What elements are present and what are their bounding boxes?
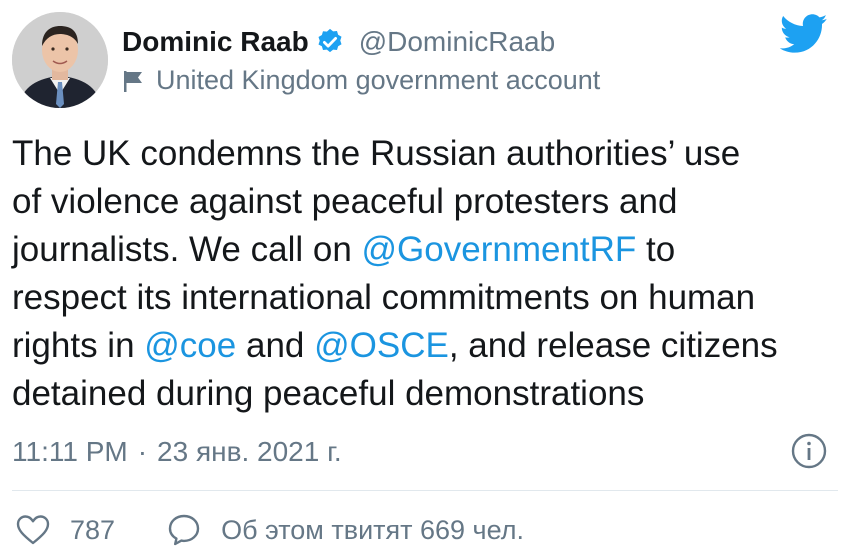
discussion-count-text: Об этом твитят 669 чел. — [221, 514, 524, 545]
tweet-actions: 787 Об этом твитят 669 чел. — [16, 510, 524, 550]
tweet-line: detained during peaceful demonstrations — [12, 370, 837, 418]
divider — [12, 490, 838, 491]
tweet-time: 11:11 PM — [12, 436, 128, 467]
tweet-line: The UK condemns the Russian authorities’… — [12, 130, 837, 178]
heart-icon — [16, 514, 50, 546]
government-account-label[interactable]: United Kingdom government account — [156, 65, 600, 96]
author-handle[interactable]: @DominicRaab — [359, 26, 556, 58]
info-icon[interactable] — [790, 432, 828, 470]
tweet-text-segment: respect its international commitments on… — [12, 278, 756, 317]
avatar[interactable] — [12, 12, 108, 108]
tweet-timestamp[interactable]: 11:11 PM · 23 янв. 2021 г. — [12, 432, 342, 472]
twitter-bird-icon[interactable] — [780, 14, 828, 54]
tweet-text-segment: of violence against peaceful protesters … — [12, 182, 678, 221]
mention-link-osce[interactable]: @OSCE — [314, 326, 449, 365]
mention-link-governmentrf[interactable]: @GovernmentRF — [362, 230, 637, 269]
tweet-text-segment: detained during peaceful demonstrations — [12, 374, 645, 413]
tweet-line: respect its international commitments on… — [12, 274, 837, 322]
verified-badge-icon — [315, 27, 345, 57]
government-label-row: United Kingdom government account — [122, 62, 600, 98]
like-count: 787 — [70, 514, 116, 545]
speech-bubble-icon — [167, 513, 201, 547]
tweet-text-segment: rights in — [12, 326, 145, 365]
tweet-line: of violence against peaceful protesters … — [12, 178, 837, 226]
tweet-text-segment: journalists. We call on — [12, 230, 362, 269]
author-display-name[interactable]: Dominic Raab — [122, 26, 309, 58]
mention-link-coe[interactable]: @coe — [144, 326, 236, 365]
discussion-button[interactable]: Об этом твитят 669 чел. — [167, 513, 524, 547]
tweet-text-segment: , and release citizens — [448, 326, 778, 365]
author-name-row: Dominic Raab @DominicRaab — [122, 22, 555, 62]
like-button[interactable]: 787 — [16, 514, 115, 546]
tweet-text: The UK condemns the Russian authorities’… — [12, 130, 837, 418]
tweet-text-segment: and — [236, 326, 315, 365]
tweet-date: 23 янв. 2021 г. — [157, 436, 342, 467]
tweet-line: rights in @coe and @OSCE, and release ci… — [12, 322, 837, 370]
tweet-text-segment: to — [636, 230, 676, 269]
flag-icon — [122, 69, 144, 93]
meta-separator: · — [137, 436, 148, 467]
tweet-text-segment: The UK condemns the Russian authorities’… — [12, 134, 741, 173]
tweet-line: journalists. We call on @GovernmentRF to — [12, 226, 837, 274]
